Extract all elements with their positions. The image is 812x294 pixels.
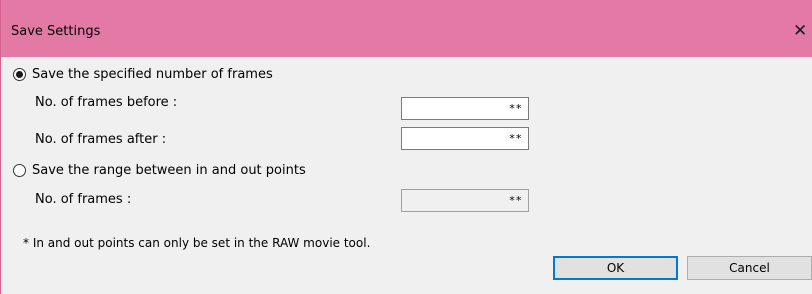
radio-button-checked-icon[interactable] — [13, 67, 26, 81]
radio-label-in-out-range: Save the range between in and out points — [32, 162, 306, 178]
radio-button-unchecked-icon[interactable] — [13, 163, 26, 177]
title-bar[interactable]: Save Settings ✕ — [1, 0, 812, 57]
frames-after-input[interactable] — [401, 127, 529, 150]
radio-label-specified-frames: Save the specified number of frames — [32, 66, 273, 82]
radio-option-in-out-range[interactable]: Save the range between in and out points — [13, 161, 306, 179]
cancel-button[interactable]: Cancel — [687, 256, 812, 280]
range-frames-label: No. of frames : — [35, 192, 132, 207]
dialog-body: Save the specified number of frames No. … — [1, 57, 812, 294]
radio-option-specified-frames[interactable]: Save the specified number of frames — [13, 65, 273, 83]
range-frames-input — [401, 189, 529, 212]
save-settings-dialog: Save Settings ✕ Save the specified numbe… — [0, 0, 812, 294]
dialog-title: Save Settings — [11, 24, 101, 39]
frames-before-input[interactable] — [401, 97, 529, 120]
in-out-points-note: * In and out points can only be set in t… — [23, 236, 371, 250]
frames-after-label: No. of frames after : — [35, 132, 167, 147]
ok-button[interactable]: OK — [553, 256, 678, 280]
frames-before-label: No. of frames before : — [35, 95, 178, 110]
close-icon[interactable]: ✕ — [793, 16, 812, 46]
